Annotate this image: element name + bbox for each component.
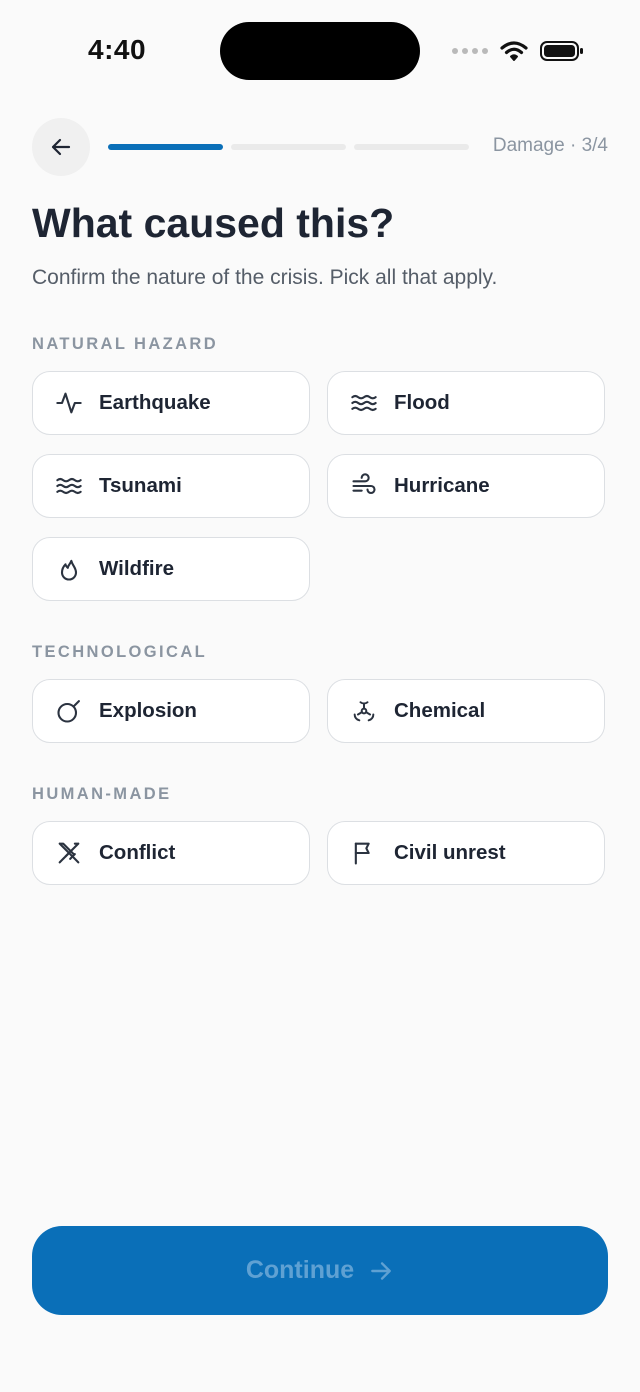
page-subtitle: Confirm the nature of the crisis. Pick a… (32, 266, 498, 289)
flame-icon (55, 555, 83, 583)
arrow-right-icon (371, 1261, 392, 1280)
status-icons (452, 40, 584, 62)
continue-button[interactable]: Continue (32, 1226, 608, 1315)
option-label: Hurricane (394, 474, 490, 497)
page-title: What caused this? (32, 200, 395, 246)
progress-segment-3 (354, 144, 469, 150)
wind-icon (350, 472, 378, 500)
continue-label: Continue (245, 1256, 355, 1284)
flag-icon (350, 839, 378, 867)
option-label: Explosion (99, 699, 197, 722)
option-hurricane[interactable]: Hurricane (327, 454, 605, 518)
arrow-left-icon (51, 138, 71, 156)
battery-icon (540, 41, 583, 61)
bomb-icon (55, 697, 83, 725)
progress-segment-1 (108, 144, 223, 150)
option-tsunami[interactable]: Tsunami (32, 454, 310, 518)
biohazard-icon (350, 697, 378, 725)
option-wildfire[interactable]: Wildfire (32, 537, 310, 601)
option-label: Flood (394, 391, 450, 414)
option-label: Tsunami (99, 474, 182, 497)
step-label: Damage · 3/4 (492, 135, 608, 156)
section-label-natural-hazard: NATURAL HAZARD (32, 335, 219, 353)
progress-bar (108, 144, 469, 150)
option-civil-unrest[interactable]: Civil unrest (327, 821, 605, 885)
wifi-icon (500, 41, 528, 61)
pulse-icon (55, 389, 83, 417)
wizard-header: Damage · 3/4 (32, 118, 608, 176)
section-label-human-made: HUMAN-MADE (32, 785, 172, 803)
option-chemical[interactable]: Chemical (327, 679, 605, 743)
progress-segment-2 (231, 144, 346, 150)
option-label: Wildfire (99, 557, 174, 580)
waves-icon (55, 472, 83, 500)
option-earthquake[interactable]: Earthquake (32, 371, 310, 435)
cellular-signal-icon (452, 48, 488, 54)
option-conflict[interactable]: Conflict (32, 821, 310, 885)
section-label-technological: TECHNOLOGICAL (32, 643, 208, 661)
option-label: Earthquake (99, 391, 211, 414)
option-label: Chemical (394, 699, 486, 722)
crossed-swords-icon (55, 839, 83, 867)
option-label: Conflict (99, 841, 176, 864)
status-time: 4:40 (88, 34, 147, 65)
status-bar: 4:40 (0, 0, 640, 100)
option-label: Civil unrest (394, 841, 506, 864)
dynamic-island (220, 22, 420, 80)
waves-icon (350, 389, 378, 417)
back-button[interactable] (32, 118, 90, 176)
option-explosion[interactable]: Explosion (32, 679, 310, 743)
option-flood[interactable]: Flood (327, 371, 605, 435)
